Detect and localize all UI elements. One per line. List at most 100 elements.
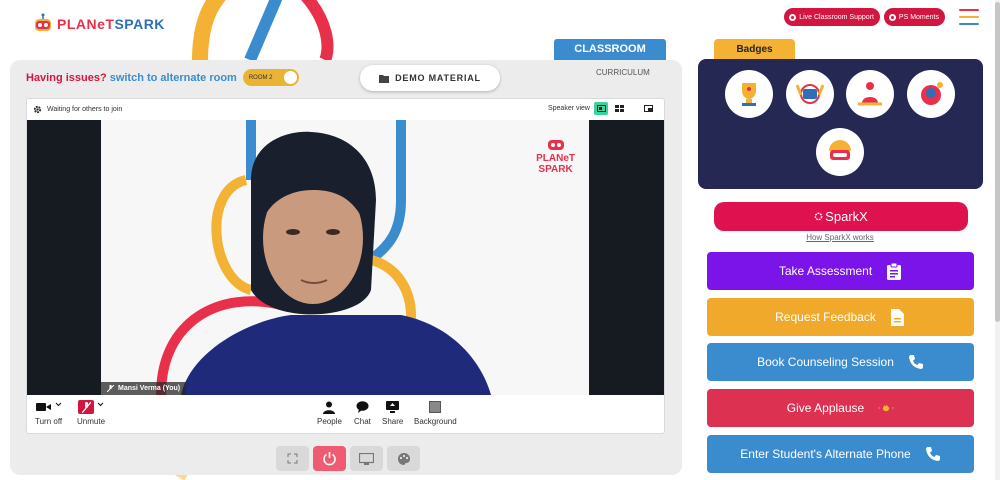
idea-badge-icon[interactable] xyxy=(907,70,955,118)
sparkx-label: SparkX xyxy=(825,209,868,224)
brand-name-part1: PLANeT xyxy=(57,16,115,32)
people-button[interactable]: People xyxy=(317,400,342,426)
tab-classroom[interactable]: CLASSROOM xyxy=(554,39,666,60)
turn-off-label: Turn off xyxy=(35,417,63,426)
screen-button[interactable] xyxy=(350,446,383,471)
call-controls: Turn off Unmute People Chat Share Backgr… xyxy=(27,395,664,434)
speaker-view-button[interactable] xyxy=(594,102,608,115)
clipboard-icon xyxy=(886,262,902,280)
hands-up-badge-icon[interactable] xyxy=(786,70,834,118)
share-label: Share xyxy=(382,417,404,426)
alternate-phone-label: Enter Student's Alternate Phone xyxy=(740,447,911,461)
popout-button[interactable] xyxy=(642,102,656,115)
chat-button[interactable]: Chat xyxy=(354,400,371,426)
request-feedback-label: Request Feedback xyxy=(775,310,876,324)
palette-button[interactable] xyxy=(387,446,420,471)
video-camera-icon xyxy=(35,403,51,411)
video-feed: PLANeT SPARK Mansi Verma (You) xyxy=(27,120,664,395)
classroom-panel: Having issues? switch to alternate room … xyxy=(10,60,682,475)
chevron-down-icon[interactable] xyxy=(55,402,62,407)
people-icon xyxy=(323,401,336,414)
robot-logo-icon xyxy=(35,13,51,31)
participant-image xyxy=(156,120,491,395)
grid-icon xyxy=(614,105,624,112)
video-watermark: PLANeT SPARK xyxy=(536,136,575,175)
tab-curriculum[interactable]: CURRICULUM xyxy=(596,68,650,77)
issues-question: Having issues? xyxy=(26,71,107,84)
leave-class-button[interactable] xyxy=(313,446,346,471)
share-screen-icon xyxy=(386,401,400,413)
phone-icon xyxy=(908,354,924,370)
book-counseling-label: Book Counseling Session xyxy=(757,355,894,369)
background-button[interactable]: Background xyxy=(414,400,457,426)
toggle-knob xyxy=(283,71,297,84)
trophy-badge-icon[interactable] xyxy=(725,70,773,118)
room-toggle-label: ROOM 2 xyxy=(248,74,273,81)
clap-icon xyxy=(878,400,894,416)
document-icon xyxy=(890,308,906,326)
gear-icon[interactable] xyxy=(33,105,42,114)
badges-tab[interactable]: Badges xyxy=(714,39,795,67)
chevron-down-icon[interactable] xyxy=(97,402,104,407)
chat-icon xyxy=(356,401,369,413)
participant-name: Mansi Verma (You) xyxy=(118,385,181,392)
hamburger-icon[interactable] xyxy=(959,9,979,25)
watermark-line1: PLANeT xyxy=(536,153,575,164)
take-assessment-button[interactable]: Take Assessment xyxy=(707,252,974,290)
classroom-toolbar xyxy=(276,446,420,471)
muted-mic-icon xyxy=(107,385,114,392)
take-assessment-label: Take Assessment xyxy=(778,264,873,278)
unmute-label: Unmute xyxy=(77,417,106,426)
meditation-badge-icon[interactable] xyxy=(846,70,894,118)
switch-room-link[interactable]: switch to alternate room xyxy=(110,72,237,84)
give-applause-label: Give Applause xyxy=(786,401,865,415)
demo-material-label: DEMO MATERIAL xyxy=(395,73,481,83)
how-sparkx-works-link[interactable]: How SparkX works xyxy=(700,233,980,242)
header-actions: Live Classroom Support PS Moments xyxy=(784,8,979,26)
watermark-line2: SPARK xyxy=(538,164,573,175)
video-call-window: Waiting for others to join Speaker view xyxy=(26,98,665,434)
sparkx-button[interactable]: SparkX xyxy=(714,202,968,231)
ps-moments-button[interactable]: PS Moments xyxy=(883,8,945,26)
give-applause-button[interactable]: Give Applause xyxy=(707,389,974,427)
people-label: People xyxy=(317,417,342,426)
unmute-button[interactable]: Unmute xyxy=(77,400,105,426)
gallery-view-button[interactable] xyxy=(612,102,626,115)
badges-panel xyxy=(698,59,983,189)
live-icon xyxy=(789,13,797,21)
palette-icon xyxy=(397,452,410,465)
demo-material-button[interactable]: DEMO MATERIAL xyxy=(360,65,500,91)
robot-badge-icon[interactable] xyxy=(816,128,864,176)
brand-name: PLANeTSPARK xyxy=(57,16,165,32)
brand-logo[interactable]: PLANeTSPARK xyxy=(33,13,165,35)
alternate-room-bar: Having issues? switch to alternate room … xyxy=(26,69,299,86)
moments-icon xyxy=(888,13,896,21)
share-button[interactable]: Share xyxy=(382,400,403,426)
popout-icon xyxy=(644,104,653,112)
ps-moments-label: PS Moments xyxy=(898,13,939,21)
fullscreen-button[interactable] xyxy=(276,446,309,471)
participant-name-tag: Mansi Verma (You) xyxy=(101,382,187,395)
sparkx-icon xyxy=(814,212,823,221)
robot-logo-icon xyxy=(547,140,564,150)
page-scrollbar[interactable] xyxy=(995,0,1000,480)
video-topbar: Waiting for others to join Speaker view xyxy=(27,99,664,120)
alternate-phone-button[interactable]: Enter Student's Alternate Phone xyxy=(707,435,974,473)
power-icon xyxy=(323,452,336,466)
view-switcher: Speaker view xyxy=(548,102,656,115)
background-label: Background xyxy=(414,417,457,426)
camera-toggle-button[interactable]: Turn off xyxy=(35,400,62,426)
participant-video: PLANeT SPARK xyxy=(101,120,589,395)
phone-icon xyxy=(925,446,941,462)
brand-name-part2: SPARK xyxy=(114,16,165,32)
room-toggle[interactable]: ROOM 2 xyxy=(242,69,299,86)
live-support-button[interactable]: Live Classroom Support xyxy=(784,8,880,26)
monitor-icon xyxy=(359,452,374,465)
live-support-label: Live Classroom Support xyxy=(799,13,874,21)
fullscreen-icon xyxy=(287,453,298,464)
waiting-status: Waiting for others to join xyxy=(47,106,123,113)
scrollbar-thumb[interactable] xyxy=(995,2,1000,322)
classroom-page: PLANeTSPARK Live Classroom Support PS Mo… xyxy=(0,0,1000,480)
book-counseling-button[interactable]: Book Counseling Session xyxy=(707,343,974,381)
request-feedback-button[interactable]: Request Feedback xyxy=(707,298,974,336)
